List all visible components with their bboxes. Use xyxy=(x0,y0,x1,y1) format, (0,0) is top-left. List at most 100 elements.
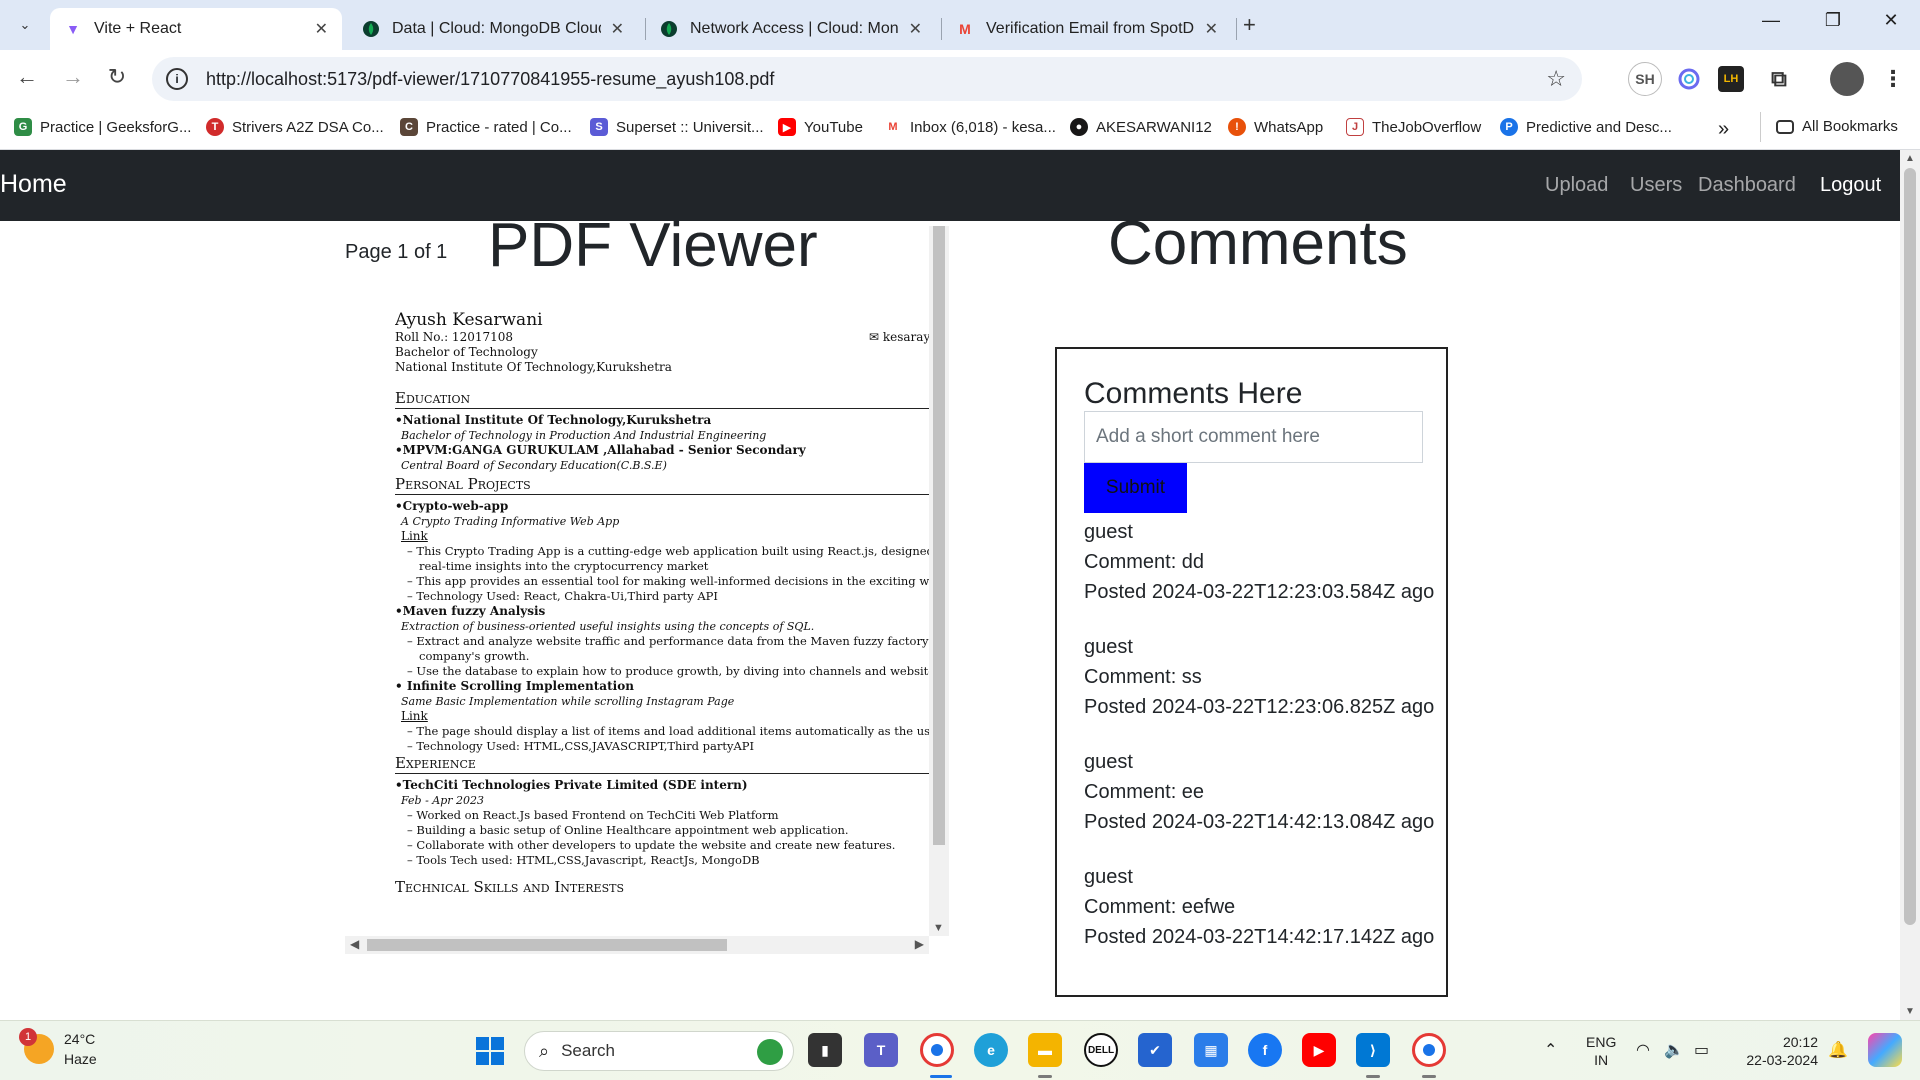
close-window-icon[interactable]: ✕ xyxy=(1876,10,1906,31)
submit-button[interactable]: Submit xyxy=(1084,463,1187,513)
globe-icon xyxy=(757,1039,783,1065)
bookmark-whatsapp[interactable]: ! WhatsApp xyxy=(1228,118,1323,136)
copilot-icon[interactable] xyxy=(1868,1033,1902,1067)
comments-list: guest Comment: dd Posted 2024-03-22T12:2… xyxy=(1084,517,1444,977)
comment-user: guest xyxy=(1084,521,1133,543)
bookmark-predictive[interactable]: P Predictive and Desc... xyxy=(1500,118,1672,136)
tab-search-button[interactable]: ⌄ xyxy=(10,11,40,39)
close-icon[interactable]: ✕ xyxy=(909,19,922,39)
scroll-down-arrow-icon[interactable]: ▼ xyxy=(1905,1006,1915,1017)
tab-gmail-verification[interactable]: M Verification Email from SpotDra ✕ xyxy=(942,8,1232,50)
bookmark-gmail-inbox[interactable]: M Inbox (6,018) - kesa... xyxy=(884,118,1056,136)
store-icon[interactable]: ▦ xyxy=(1194,1033,1228,1067)
project-bullet: company's growth. xyxy=(419,649,530,663)
project-bullet: – Extract and analyze website traffic an… xyxy=(407,634,929,648)
bookmark-strivers[interactable]: T Strivers A2Z DSA Co... xyxy=(206,118,384,136)
volume-icon[interactable]: 🔈 xyxy=(1664,1040,1684,1060)
more-bookmarks-icon[interactable]: » xyxy=(1718,118,1729,141)
bookmark-thejoboverflow[interactable]: J TheJobOverflow xyxy=(1346,118,1481,136)
bookmark-geeksforgeeks[interactable]: G Practice | GeeksforG... xyxy=(14,118,191,136)
tab-mongodb-data[interactable]: Data | Cloud: MongoDB Cloud ✕ xyxy=(348,8,638,50)
pdf-horizontal-scrollbar[interactable]: ◀ ▶ xyxy=(345,936,929,954)
comment-timestamp: Posted 2024-03-22T12:23:03.584Z ago xyxy=(1084,581,1435,603)
forward-icon[interactable]: → xyxy=(58,64,88,90)
address-bar[interactable]: i http://localhost:5173/pdf-viewer/17107… xyxy=(152,57,1582,101)
close-icon[interactable]: ✕ xyxy=(1205,19,1218,39)
pdf-vertical-scrollbar[interactable]: ▼ xyxy=(929,226,949,936)
chrome-profile-icon[interactable] xyxy=(1412,1033,1446,1067)
nav-users[interactable]: Users xyxy=(1630,174,1682,197)
file-explorer-icon[interactable]: ▬ xyxy=(1028,1033,1062,1067)
tab-vite-react[interactable]: ▼ Vite + React ✕ xyxy=(50,8,342,50)
close-icon[interactable]: ✕ xyxy=(315,19,328,39)
scroll-down-arrow-icon[interactable]: ▼ xyxy=(933,922,944,934)
weather-widget[interactable]: 1 24°C Haze xyxy=(19,1028,97,1069)
home-link[interactable]: Home xyxy=(0,170,67,199)
project-subtitle: Extraction of business-oriented useful i… xyxy=(401,620,815,633)
battery-icon[interactable]: ▭ xyxy=(1694,1040,1709,1060)
teams-icon[interactable]: T xyxy=(864,1033,898,1067)
avatar[interactable] xyxy=(1830,62,1864,96)
language-indicator[interactable]: ENG IN xyxy=(1586,1033,1616,1069)
bookmark-youtube[interactable]: ▶ YouTube xyxy=(778,118,863,136)
logout-button[interactable]: Logout xyxy=(1820,174,1881,197)
jobs-icon: J xyxy=(1346,118,1364,136)
notification-bell-icon[interactable]: 🔔 xyxy=(1828,1040,1848,1060)
menu-kebab-icon[interactable]: ⋮ xyxy=(1876,62,1910,96)
browser-toolbar: ← → ↻ i http://localhost:5173/pdf-viewer… xyxy=(0,50,1920,108)
gmail-icon: M xyxy=(959,21,971,37)
extension-swirl-icon[interactable] xyxy=(1672,62,1706,96)
comment-text: Comment: eefwe xyxy=(1084,896,1236,918)
resume-degree: Bachelor of Technology xyxy=(395,345,538,359)
new-tab-button[interactable]: + xyxy=(1243,12,1256,38)
tab-mongodb-network[interactable]: Network Access | Cloud: Mongo ✕ xyxy=(646,8,936,50)
site-info-icon[interactable]: i xyxy=(166,68,188,90)
comment-input[interactable] xyxy=(1084,411,1423,463)
dell-icon[interactable]: DELL xyxy=(1084,1033,1118,1067)
edge-icon[interactable]: e xyxy=(974,1033,1008,1067)
whatsapp-icon: ! xyxy=(1228,118,1246,136)
todo-icon[interactable]: ✔ xyxy=(1138,1033,1172,1067)
resume-name: Ayush Kesarwani xyxy=(395,310,543,330)
all-bookmarks[interactable]: All Bookmarks xyxy=(1776,118,1898,135)
system-clock[interactable]: 20:12 22-03-2024 xyxy=(1738,1033,1818,1069)
scrollbar-thumb[interactable] xyxy=(1904,168,1916,925)
nav-upload[interactable]: Upload xyxy=(1545,174,1608,197)
restore-icon[interactable]: ❐ xyxy=(1818,10,1848,31)
youtube-icon[interactable]: ▶ xyxy=(1302,1033,1336,1067)
task-view-icon[interactable]: ▮ xyxy=(808,1033,842,1067)
extensions-puzzle-icon[interactable]: ⧉ xyxy=(1762,62,1796,96)
back-icon[interactable]: ← xyxy=(12,64,42,90)
project-link[interactable]: Link xyxy=(395,529,929,544)
tab-title: Verification Email from SpotDra xyxy=(986,20,1195,37)
scroll-right-arrow-icon[interactable]: ▶ xyxy=(915,937,924,951)
vscode-icon[interactable]: ⟩ xyxy=(1356,1033,1390,1067)
scrollbar-thumb[interactable] xyxy=(367,939,727,951)
clock-time: 20:12 xyxy=(1782,1034,1818,1050)
bookmark-star-icon[interactable]: ☆ xyxy=(1546,66,1566,92)
bookmark-codechef[interactable]: C Practice - rated | Co... xyxy=(400,118,572,136)
project-link[interactable]: Link xyxy=(395,709,929,724)
lighthouse-extension-icon[interactable]: LH xyxy=(1718,66,1744,92)
close-icon[interactable]: ✕ xyxy=(611,19,624,39)
bookmark-github[interactable]: ● AKESARWANI12 xyxy=(1070,118,1212,136)
scroll-left-arrow-icon[interactable]: ◀ xyxy=(350,937,359,951)
bookmark-superset[interactable]: S Superset :: Universit... xyxy=(590,118,764,136)
minimize-icon[interactable]: — xyxy=(1756,10,1786,31)
chevron-up-icon[interactable]: ⌃ xyxy=(1544,1040,1557,1060)
windows-start-icon[interactable] xyxy=(476,1037,504,1065)
profile-sh-badge[interactable]: SH xyxy=(1628,62,1662,96)
reload-icon[interactable]: ↻ xyxy=(102,64,132,90)
scroll-up-arrow-icon[interactable]: ▲ xyxy=(1905,153,1915,164)
chrome-icon[interactable] xyxy=(920,1033,954,1067)
nav-dashboard[interactable]: Dashboard xyxy=(1698,174,1796,197)
windows-taskbar: 1 24°C Haze ⌕ Search ▮ T e ▬ DELL ✔ ▦ f … xyxy=(0,1020,1920,1080)
scrollbar-thumb[interactable] xyxy=(933,226,945,845)
facebook-icon[interactable]: f xyxy=(1248,1033,1282,1067)
mongodb-icon xyxy=(362,20,380,38)
page-vertical-scrollbar[interactable]: ▲ ▼ xyxy=(1900,150,1920,1020)
wifi-icon[interactable]: ◠ xyxy=(1636,1040,1650,1060)
page-indicator: Page 1 of 1 xyxy=(345,241,448,263)
taskbar-search[interactable]: ⌕ Search xyxy=(524,1031,794,1071)
url-text[interactable]: http://localhost:5173/pdf-viewer/1710770… xyxy=(206,69,774,90)
